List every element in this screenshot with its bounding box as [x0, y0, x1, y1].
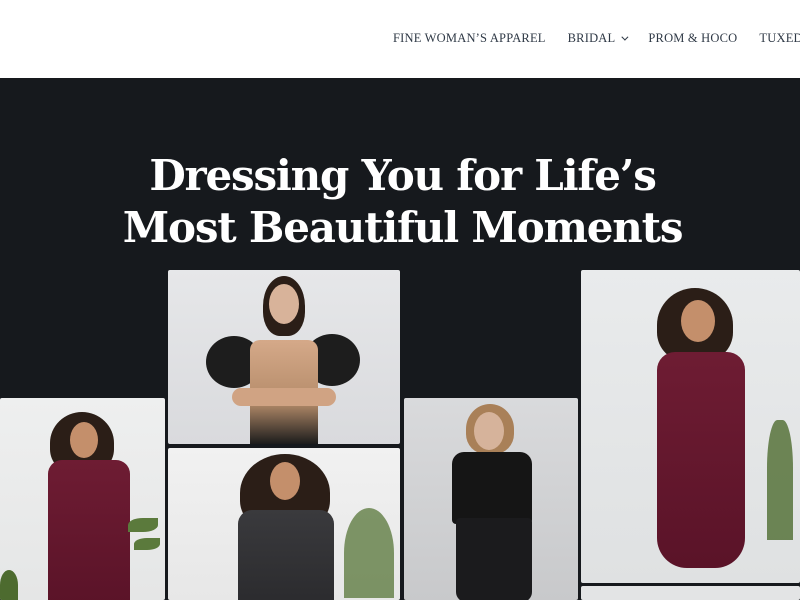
model-head — [70, 422, 98, 458]
hero-section: Dressing You for Life’s Most Beautiful M… — [0, 78, 800, 600]
model-head — [681, 300, 715, 342]
chevron-down-icon — [621, 33, 629, 41]
gallery-photo-partial — [581, 586, 800, 600]
nav-item-fine-womans-apparel[interactable]: FINE WOMAN’S APPAREL — [393, 31, 546, 46]
site-header: FINE WOMAN’S APPAREL BRIDAL PROM & HOCO … — [0, 0, 800, 78]
main-navigation: FINE WOMAN’S APPAREL BRIDAL PROM & HOCO … — [393, 31, 800, 46]
nav-item-label: FINE WOMAN’S APPAREL — [393, 31, 546, 45]
model-head — [269, 284, 299, 324]
black-turtleneck — [452, 452, 532, 524]
charcoal-dress — [238, 510, 334, 600]
plant-leaf — [134, 538, 160, 550]
plant-leaf — [128, 518, 158, 532]
hero-headline-line-1: Dressing You for Life’s — [149, 151, 657, 200]
model-crossed-arms — [232, 388, 336, 406]
burgundy-dress — [48, 460, 130, 600]
gallery-photo-black-turtleneck — [404, 398, 578, 600]
burgundy-dress — [657, 352, 745, 568]
gallery-photo-burgundy-dress-right — [581, 270, 800, 583]
nav-item-label: BRIDAL — [567, 31, 616, 45]
plant — [0, 570, 18, 600]
plant — [767, 420, 793, 540]
model-head — [474, 412, 504, 450]
plant — [344, 508, 394, 598]
gallery-photo-burgundy-dress-left — [0, 398, 165, 600]
gallery-photo-black-puff-sleeve-top — [168, 270, 400, 444]
nav-item-prom-hoco[interactable]: PROM & HOCO — [648, 31, 737, 46]
black-skirt — [456, 518, 532, 600]
nav-item-tuxedos-suits[interactable]: TUXEDOS & SUITS — [759, 31, 800, 46]
nav-item-label: TUXEDOS & SUITS — [759, 31, 800, 45]
model-head — [270, 462, 300, 500]
hero-headline: Dressing You for Life’s Most Beautiful M… — [0, 150, 800, 254]
nav-item-bridal[interactable]: BRIDAL — [567, 31, 629, 46]
gallery-photo-charcoal-dress — [168, 448, 400, 600]
hero-headline-line-2: Most Beautiful Moments — [122, 203, 684, 252]
nav-item-label: PROM & HOCO — [648, 31, 738, 45]
